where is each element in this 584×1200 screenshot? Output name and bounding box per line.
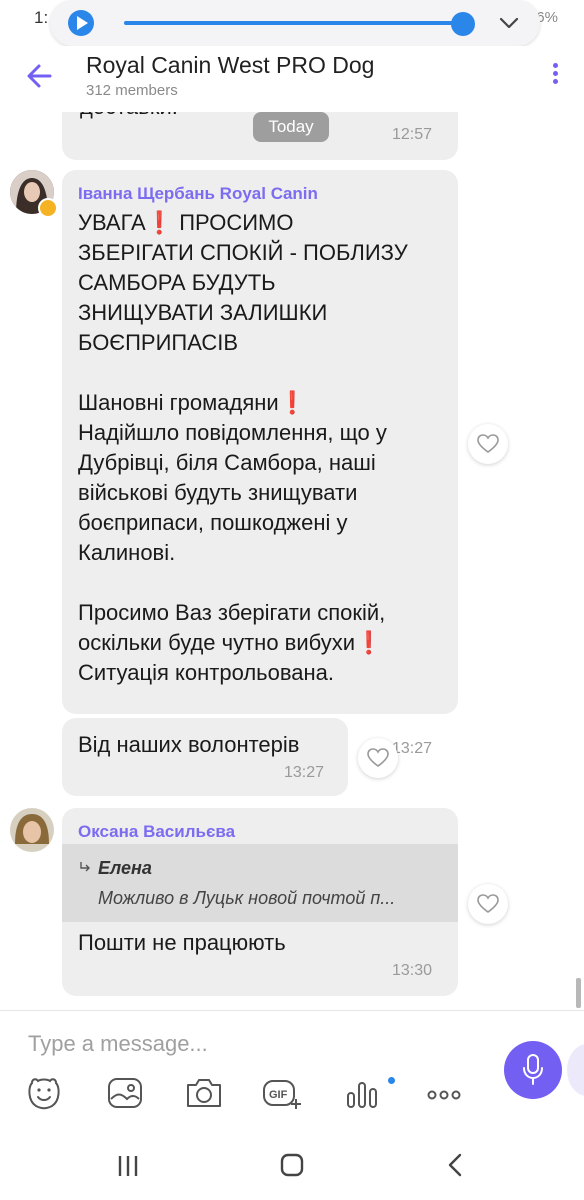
message-bubble[interactable]: Іванна Щербань Royal Canin УВАГА❗ ПРОСИМ… xyxy=(62,170,458,757)
gif-icon[interactable]: GIF xyxy=(262,1075,302,1113)
media-progress-track[interactable] xyxy=(124,21,464,25)
message-text: доставки. xyxy=(80,112,178,122)
admin-badge-icon xyxy=(38,198,58,218)
system-nav-bar xyxy=(0,1130,584,1200)
members-count: 312 members xyxy=(86,82,178,99)
message-time: 12:57 xyxy=(392,126,433,143)
reply-text: Можливо в Луцьк новой почтой п... xyxy=(98,888,396,908)
heart-icon[interactable] xyxy=(468,884,508,924)
reply-author: Елена xyxy=(98,858,152,878)
sender-name[interactable]: Оксана Васильєва xyxy=(78,822,235,842)
message-text: Пошти не працюють xyxy=(78,930,286,955)
arrow-left-icon[interactable] xyxy=(22,58,58,94)
sticker-icon[interactable] xyxy=(24,1075,64,1113)
heart-icon[interactable] xyxy=(468,424,508,464)
reply-icon xyxy=(80,862,90,872)
chat-title[interactable]: Royal Canin West PRO Dog xyxy=(86,52,374,79)
back-icon[interactable] xyxy=(436,1150,476,1182)
message-time: 13:27 xyxy=(392,740,433,757)
media-player xyxy=(50,0,540,46)
notification-dot xyxy=(388,1077,395,1084)
mic-edge-shape xyxy=(567,1044,584,1096)
sender-name[interactable]: Іванна Щербань Royal Canin xyxy=(78,184,318,204)
chat-header: Royal Canin West PRO Dog 312 members xyxy=(0,46,584,113)
recent-apps-icon[interactable] xyxy=(108,1150,148,1182)
avatar[interactable] xyxy=(10,808,54,852)
gif-label: GIF xyxy=(269,1089,288,1101)
more-vertical-icon[interactable] xyxy=(544,60,566,92)
message-time: 13:27 xyxy=(284,764,325,781)
date-badge: Today xyxy=(253,112,329,142)
message-input[interactable] xyxy=(26,1025,470,1063)
message-text: Від наших волонтерів xyxy=(78,732,300,757)
microphone-icon[interactable] xyxy=(504,1041,562,1099)
reply-quote[interactable]: Елена Можливо в Луцьк новой почтой п... xyxy=(62,844,458,922)
camera-icon[interactable] xyxy=(184,1075,224,1113)
more-horizontal-icon[interactable] xyxy=(424,1075,464,1113)
message-text: УВАГА❗ ПРОСИМО ЗБЕРІГАТИ СПОКІЙ - ПОБЛИЗ… xyxy=(78,210,408,685)
image-icon[interactable] xyxy=(105,1075,145,1113)
message-list[interactable]: доставки. 12:57 Today Іванна Щербань Roy… xyxy=(0,112,584,1010)
message-bubble[interactable]: Оксана Васильєва Елена Можливо в Луцьк н… xyxy=(62,808,458,996)
media-progress-knob[interactable] xyxy=(451,12,475,36)
chevron-down-icon[interactable] xyxy=(498,12,520,34)
play-icon[interactable] xyxy=(68,10,94,36)
poll-icon[interactable] xyxy=(344,1075,384,1113)
status-time: 1: xyxy=(34,8,49,27)
message-composer: GIF xyxy=(0,1010,584,1131)
home-icon[interactable] xyxy=(272,1150,312,1182)
message-bubble[interactable]: Від наших волонтерів 13:27 xyxy=(62,718,348,796)
heart-icon[interactable] xyxy=(358,738,398,778)
scrollbar[interactable] xyxy=(576,978,581,1008)
message-time: 13:30 xyxy=(392,962,433,979)
